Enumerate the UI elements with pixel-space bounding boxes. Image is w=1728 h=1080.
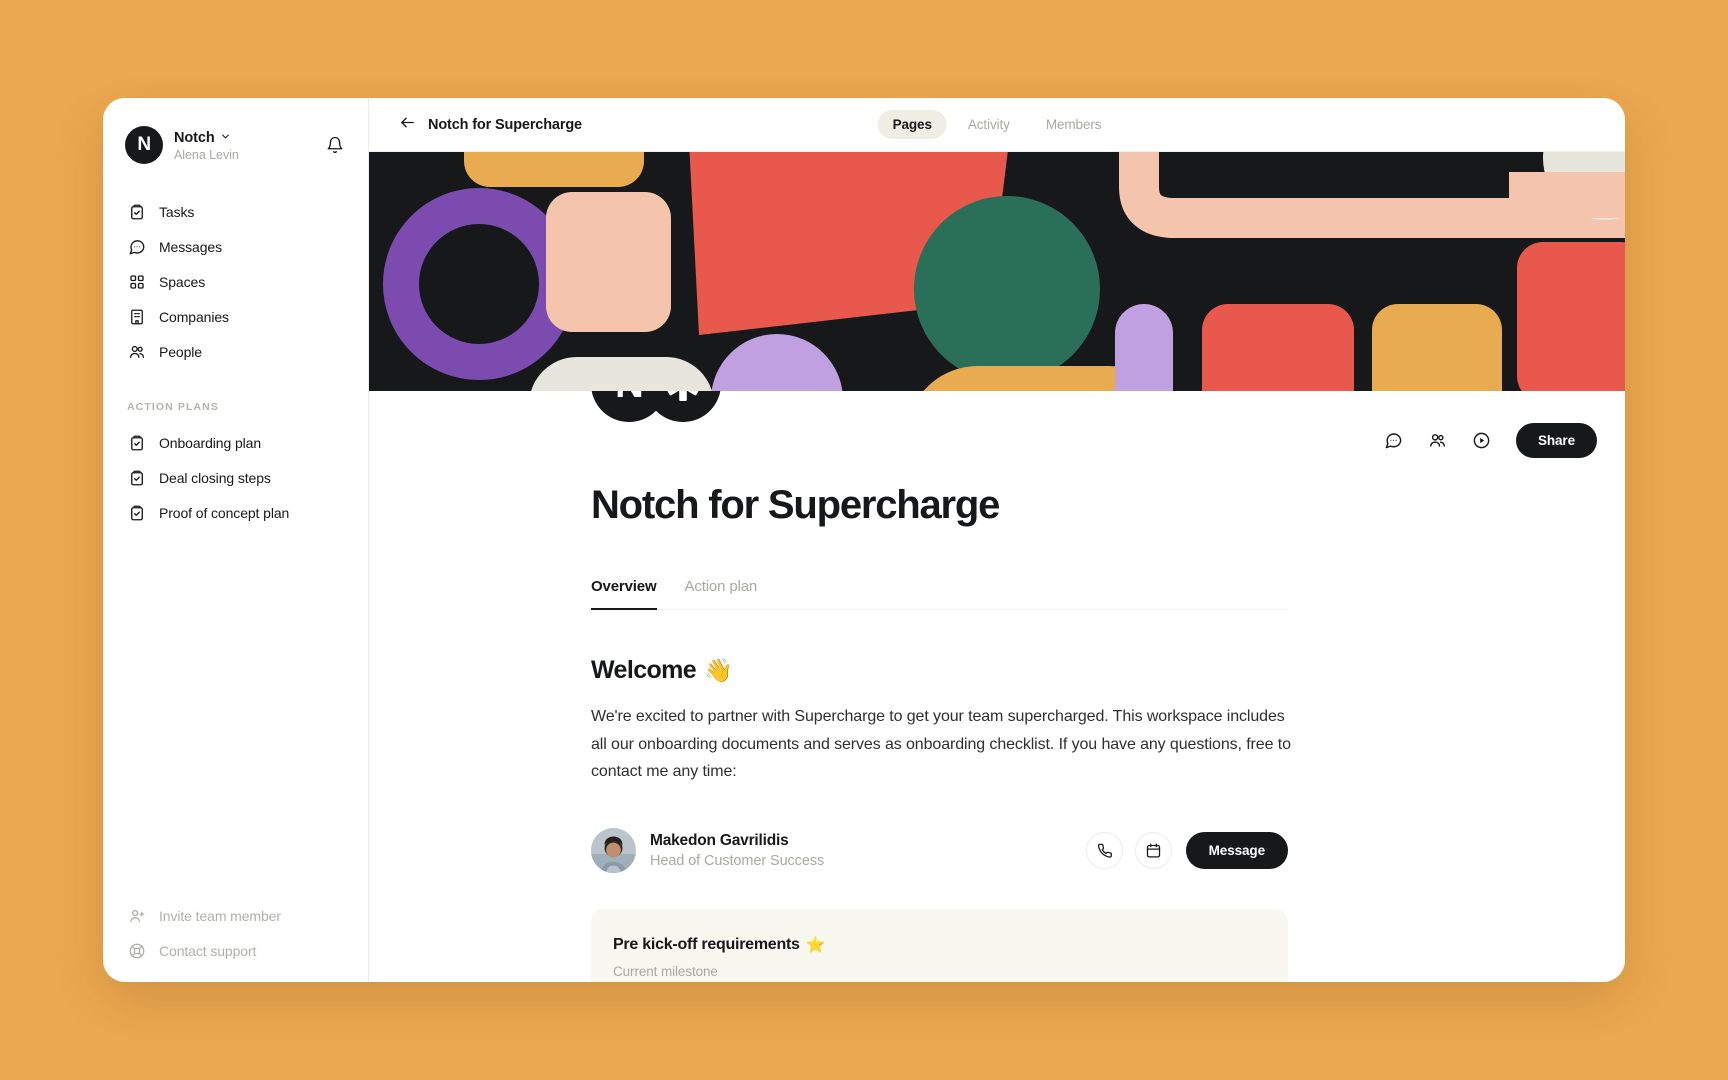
supercharge-logo-badge (645, 391, 721, 422)
page-title: Notch for Supercharge (591, 483, 1000, 527)
sidebar-item-spaces[interactable]: Spaces (117, 264, 354, 299)
asterisk-icon (666, 391, 700, 401)
welcome-heading: Welcome 👋 (591, 656, 1597, 685)
sidebar-item-proof-of-concept-plan[interactable]: Proof of concept plan (117, 495, 354, 530)
waving-hand-icon: 👋 (704, 657, 733, 683)
clipboard-check-icon (127, 202, 146, 221)
contact-person-actions: Message (1085, 831, 1288, 869)
sidebar-item-label: Tasks (159, 203, 195, 220)
comment-icon[interactable] (1382, 429, 1406, 453)
back-navigation[interactable]: Notch for Supercharge (399, 114, 582, 136)
document-body: Notch for Supercharge Overview Action pl… (369, 483, 1625, 982)
welcome-body-text: We're excited to partner with Supercharg… (591, 708, 1291, 781)
sidebar-section-title: ACTION PLANS (127, 401, 219, 413)
topbar-tabs: Pages Activity Members (877, 110, 1117, 139)
milestone-title: Pre kick-off requirements (613, 935, 800, 953)
sidebar-item-messages[interactable]: Messages (117, 229, 354, 264)
workspace-user: Alena Levin (174, 147, 239, 162)
chevron-down-icon[interactable] (220, 129, 231, 147)
calendar-icon[interactable] (1134, 831, 1172, 869)
sidebar-item-tasks[interactable]: Tasks (117, 194, 354, 229)
bell-icon[interactable] (322, 132, 348, 158)
app-window: N Notch Alena Levin Tasks Messages Space… (103, 98, 1625, 982)
clipboard-check-icon (127, 468, 146, 487)
contact-person-meta: Makedon Gavrilidis Head of Customer Succ… (650, 832, 1086, 869)
sidebar: N Notch Alena Levin Tasks Messages Space… (103, 98, 369, 982)
sidebar-item-label: Deal closing steps (159, 469, 271, 486)
sidebar-action-plans: Onboarding plan Deal closing steps Proof… (103, 425, 368, 530)
milestone-card[interactable]: Pre kick-off requirements ⭐ Current mile… (591, 908, 1288, 982)
share-button[interactable]: Share (1515, 423, 1597, 458)
workspace-meta: Notch Alena Levin (174, 129, 322, 162)
arrow-left-icon[interactable] (399, 114, 416, 136)
contact-support-button[interactable]: Contact support (117, 933, 354, 968)
sidebar-item-label: Onboarding plan (159, 434, 262, 451)
contact-person-name: Makedon Gavrilidis (650, 831, 789, 849)
sidebar-item-label: Spaces (159, 273, 206, 290)
person-plus-icon (127, 906, 146, 925)
invite-team-member-button[interactable]: Invite team member (117, 898, 354, 933)
breadcrumb: Notch for Supercharge (428, 116, 582, 133)
sidebar-nav: Tasks Messages Spaces Companies People (103, 194, 368, 369)
footer-item-label: Invite team member (159, 907, 281, 924)
contact-person-role: Head of Customer Success (650, 852, 825, 869)
tab-overview[interactable]: Overview (591, 578, 657, 610)
people-icon (127, 342, 146, 361)
main-area: Notch for Supercharge Pages Activity Mem… (369, 98, 1625, 982)
star-icon: ⭐ (805, 936, 826, 954)
document-content: N (369, 391, 1625, 982)
logo-badge-group: N (591, 391, 721, 422)
footer-item-label: Contact support (159, 942, 257, 959)
chat-bubble-icon (127, 237, 146, 256)
workspace-name-row: Notch (174, 129, 322, 147)
cover-banner (369, 152, 1625, 391)
tab-pages[interactable]: Pages (877, 110, 947, 139)
workspace-header[interactable]: N Notch Alena Levin (103, 122, 368, 168)
welcome-heading-text: Welcome (591, 656, 697, 684)
workspace-name: Notch (174, 129, 215, 146)
avatar (591, 827, 636, 873)
message-button[interactable]: Message (1185, 831, 1288, 869)
person-photo-avatar (591, 827, 636, 873)
tab-members[interactable]: Members (1031, 110, 1117, 139)
milestone-title-row: Pre kick-off requirements ⭐ (613, 935, 1260, 955)
tab-action-plan[interactable]: Action plan (685, 578, 758, 610)
milestone-subtitle: Current milestone (613, 963, 718, 979)
members-icon[interactable] (1426, 429, 1450, 453)
sidebar-item-people[interactable]: People (117, 334, 354, 369)
sidebar-item-label: People (159, 343, 202, 360)
sidebar-item-onboarding-plan[interactable]: Onboarding plan (117, 425, 354, 460)
phone-icon[interactable] (1085, 831, 1123, 869)
grid-dots-icon (127, 272, 146, 291)
tab-activity[interactable]: Activity (953, 110, 1025, 139)
contact-person-row: Makedon Gavrilidis Head of Customer Succ… (591, 827, 1288, 873)
document-actions: Share (1382, 423, 1597, 458)
sidebar-item-label: Companies (159, 308, 229, 325)
logo-letter: N (615, 391, 644, 404)
workspace-avatar: N (125, 126, 163, 164)
sidebar-item-companies[interactable]: Companies (117, 299, 354, 334)
lifebuoy-icon (127, 941, 146, 960)
sidebar-item-label: Proof of concept plan (159, 504, 290, 521)
clipboard-check-icon (127, 503, 146, 522)
clipboard-check-icon (127, 433, 146, 452)
sidebar-footer: Invite team member Contact support (103, 898, 368, 968)
sidebar-item-deal-closing-steps[interactable]: Deal closing steps (117, 460, 354, 495)
topbar: Notch for Supercharge Pages Activity Mem… (369, 98, 1625, 152)
document-tabs: Overview Action plan (591, 578, 1288, 610)
play-circle-icon[interactable] (1470, 429, 1494, 453)
building-icon (127, 307, 146, 326)
sidebar-item-label: Messages (159, 238, 223, 255)
banner-artwork (369, 152, 1625, 391)
